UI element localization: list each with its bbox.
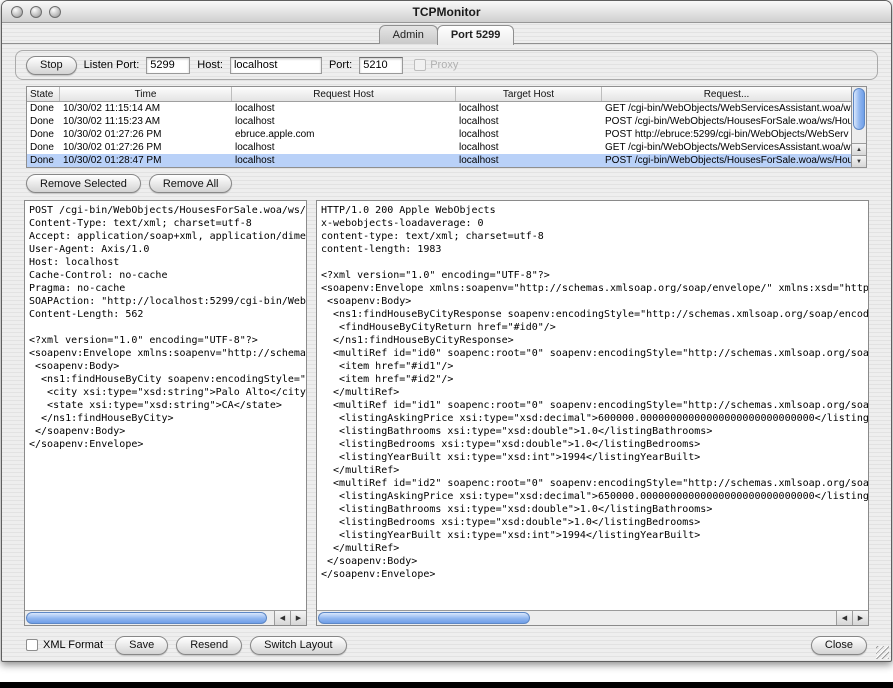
tab-port-5299[interactable]: Port 5299 [437, 25, 515, 45]
cell-time: 10/30/02 11:15:23 AM [60, 115, 232, 128]
table-row-selected[interactable]: Done 10/30/02 01:28:47 PM localhost loca… [27, 154, 851, 167]
scroll-left-icon[interactable]: ◀ [274, 611, 290, 625]
cell-request: GET /cgi-bin/WebObjects/WebServicesAssis… [602, 102, 851, 115]
cell-request-host: localhost [232, 102, 456, 115]
response-horizontal-scrollbar[interactable]: ◀ ▶ [317, 610, 868, 625]
host-label: Host: [197, 59, 223, 71]
listen-port-label: Listen Port: [84, 59, 140, 71]
proxy-checkbox-group: Proxy [414, 59, 458, 71]
table-row[interactable]: Done 10/30/02 01:27:26 PM localhost loca… [27, 141, 851, 154]
tab-bar: Admin Port 5299 [2, 23, 891, 44]
cell-state: Done [27, 128, 60, 141]
save-button[interactable]: Save [115, 636, 168, 655]
table-header: State Time Request Host Target Host Requ… [27, 87, 851, 102]
close-button-footer[interactable]: Close [811, 636, 867, 655]
column-header-target-host[interactable]: Target Host [456, 87, 602, 101]
cell-target-host: localhost [456, 115, 602, 128]
cell-request-host: ebruce.apple.com [232, 128, 456, 141]
scrollbar-arrows: ◀ ▶ [836, 611, 868, 625]
cell-request: POST http://ebruce:5299/cgi-bin/WebObjec… [602, 128, 851, 141]
cell-request: GET /cgi-bin/WebObjects/WebServicesAssis… [602, 141, 851, 154]
table-row[interactable]: Done 10/30/02 11:15:14 AM localhost loca… [27, 102, 851, 115]
cell-request-host: localhost [232, 115, 456, 128]
switch-layout-button[interactable]: Switch Layout [250, 636, 346, 655]
cell-target-host: localhost [456, 154, 602, 167]
window-controls [11, 6, 61, 18]
table-vertical-scrollbar[interactable]: ▲ ▼ [851, 87, 866, 167]
connection-settings-group: Stop Listen Port: Host: Port: Proxy [15, 50, 878, 80]
cell-state: Done [27, 154, 60, 167]
listen-port-input[interactable] [146, 57, 190, 74]
cell-request: POST /cgi-bin/WebObjects/HousesForSale.w… [602, 154, 851, 167]
request-text: POST /cgi-bin/WebObjects/HousesForSale.w… [25, 201, 306, 609]
table-row[interactable]: Done 10/30/02 01:27:26 PM ebruce.apple.c… [27, 128, 851, 141]
zoom-button[interactable] [49, 6, 61, 18]
scroll-up-icon[interactable]: ▲ [852, 143, 866, 155]
response-pane[interactable]: HTTP/1.0 200 Apple WebObjects x-webobjec… [316, 200, 869, 626]
port-input[interactable] [359, 57, 403, 74]
minimize-button[interactable] [30, 6, 42, 18]
cell-time: 10/30/02 11:15:14 AM [60, 102, 232, 115]
scrollbar-thumb[interactable] [318, 612, 530, 624]
cell-time: 10/30/02 01:27:26 PM [60, 128, 232, 141]
scroll-left-icon[interactable]: ◀ [836, 611, 852, 625]
tcpmonitor-window: TCPMonitor Admin Port 5299 Stop Listen P… [1, 0, 892, 662]
scrollbar-arrows: ▲ ▼ [852, 143, 866, 167]
proxy-checkbox [414, 59, 426, 71]
cell-target-host: localhost [456, 102, 602, 115]
scroll-right-icon[interactable]: ▶ [852, 611, 868, 625]
request-pane[interactable]: POST /cgi-bin/WebObjects/HousesForSale.w… [24, 200, 307, 626]
table-row[interactable]: Done 10/30/02 11:15:23 AM localhost loca… [27, 115, 851, 128]
scrollbar-thumb[interactable] [26, 612, 267, 624]
cell-time: 10/30/02 01:28:47 PM [60, 154, 232, 167]
cell-state: Done [27, 141, 60, 154]
cell-request: POST /cgi-bin/WebObjects/HousesForSale.w… [602, 115, 851, 128]
resize-grip[interactable] [876, 646, 889, 659]
stop-button[interactable]: Stop [26, 56, 77, 75]
requests-table-grid: State Time Request Host Target Host Requ… [27, 87, 851, 167]
column-header-time[interactable]: Time [60, 87, 232, 101]
cell-request-host: localhost [232, 141, 456, 154]
screen: TCPMonitor Admin Port 5299 Stop Listen P… [0, 0, 893, 688]
resend-button[interactable]: Resend [176, 636, 242, 655]
cell-request-host: localhost [232, 154, 456, 167]
row-action-buttons: Remove Selected Remove All [26, 174, 878, 193]
main-content: Stop Listen Port: Host: Port: Proxy Stat… [2, 44, 891, 661]
message-panes: POST /cgi-bin/WebObjects/HousesForSale.w… [24, 200, 869, 626]
cell-state: Done [27, 115, 60, 128]
cell-target-host: localhost [456, 141, 602, 154]
column-header-state[interactable]: State [27, 87, 60, 101]
xml-format-label: XML Format [43, 639, 103, 651]
xml-format-checkbox[interactable] [26, 639, 38, 651]
scrollbar-arrows: ◀ ▶ [274, 611, 306, 625]
host-input[interactable] [230, 57, 322, 74]
proxy-label: Proxy [430, 59, 458, 71]
desktop-edge [0, 682, 893, 688]
remove-selected-button[interactable]: Remove Selected [26, 174, 141, 193]
tab-admin[interactable]: Admin [379, 25, 438, 44]
close-button[interactable] [11, 6, 23, 18]
scroll-down-icon[interactable]: ▼ [852, 155, 866, 167]
response-text: HTTP/1.0 200 Apple WebObjects x-webobjec… [317, 201, 868, 609]
cell-time: 10/30/02 01:27:26 PM [60, 141, 232, 154]
column-header-request[interactable]: Request... [602, 87, 851, 101]
xml-format-checkbox-group[interactable]: XML Format [26, 639, 103, 651]
title-bar[interactable]: TCPMonitor [2, 1, 891, 23]
cell-state: Done [27, 102, 60, 115]
remove-all-button[interactable]: Remove All [149, 174, 233, 193]
window-title: TCPMonitor [413, 5, 481, 19]
request-horizontal-scrollbar[interactable]: ◀ ▶ [25, 610, 306, 625]
bottom-bar: XML Format Save Resend Switch Layout Clo… [26, 635, 867, 655]
column-header-request-host[interactable]: Request Host [232, 87, 456, 101]
scroll-right-icon[interactable]: ▶ [290, 611, 306, 625]
port-label: Port: [329, 59, 352, 71]
requests-table: State Time Request Host Target Host Requ… [26, 86, 867, 168]
cell-target-host: localhost [456, 128, 602, 141]
scrollbar-thumb[interactable] [853, 88, 865, 130]
